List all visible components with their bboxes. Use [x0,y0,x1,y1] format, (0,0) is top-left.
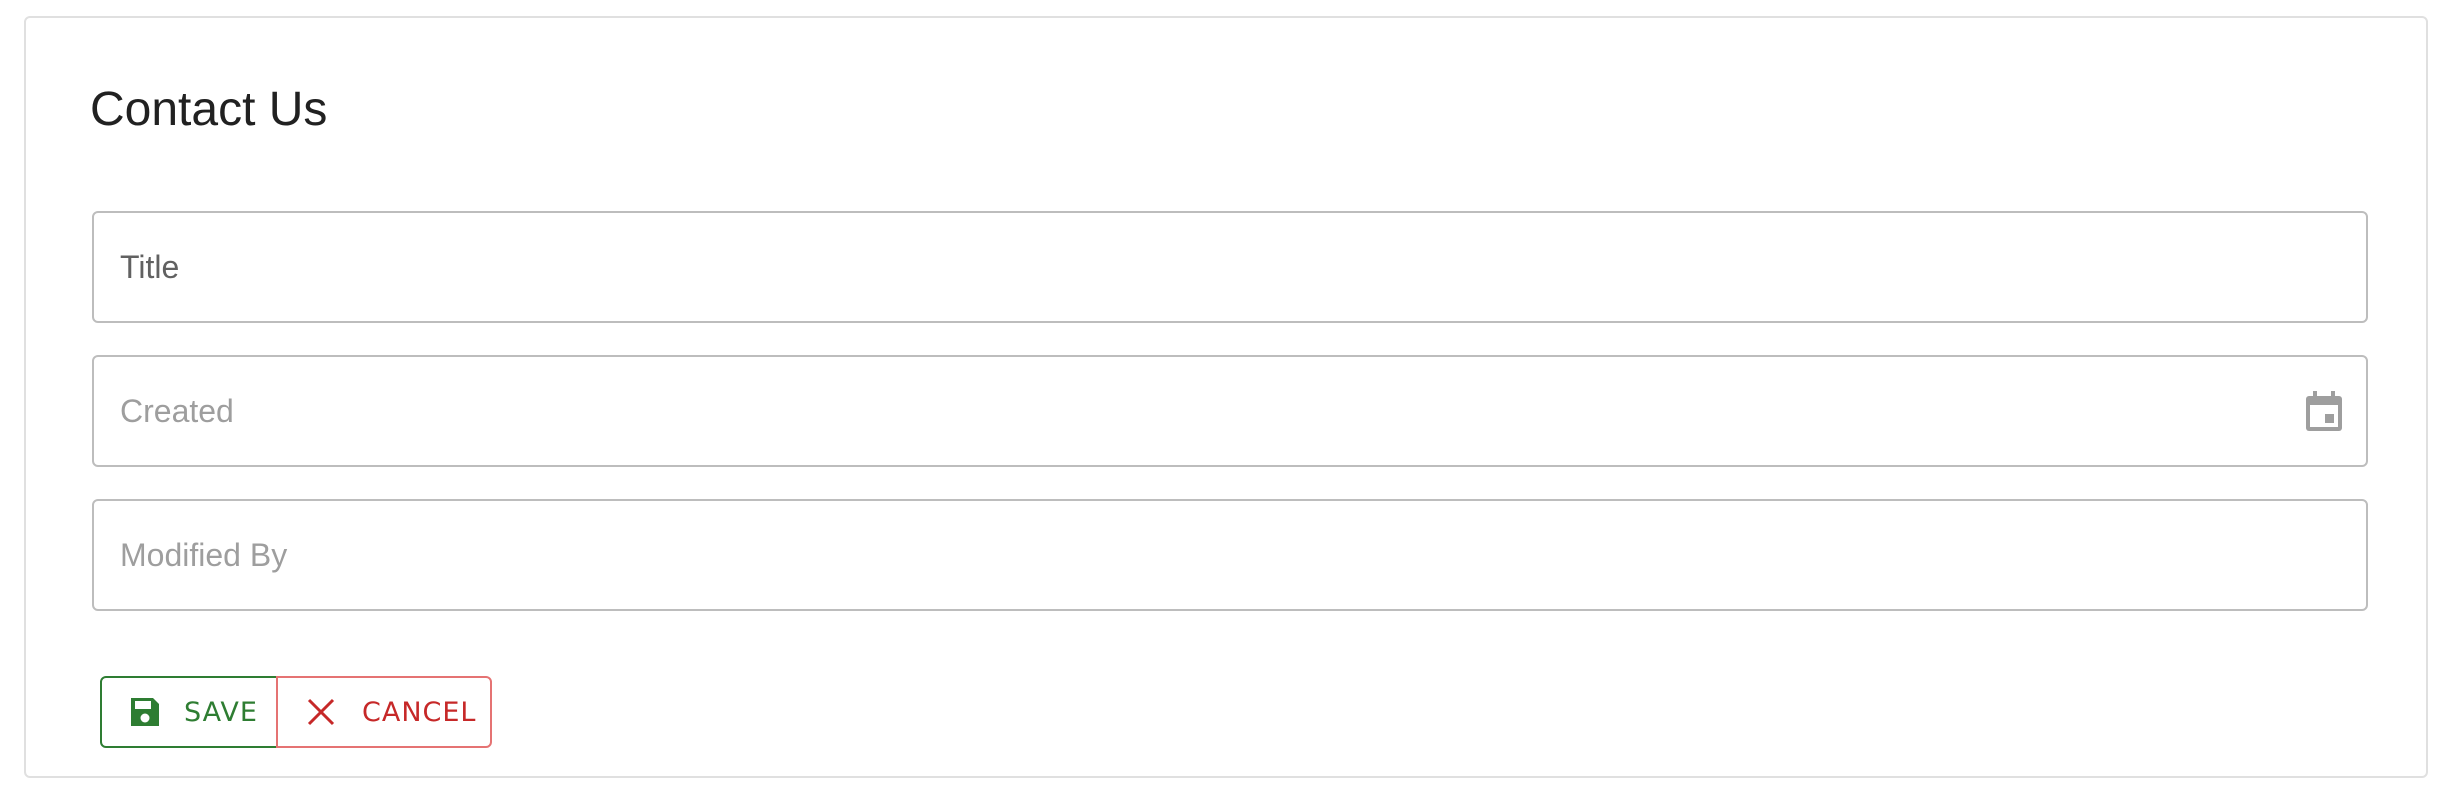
contact-form-card: Contact Us SAVE [24,16,2428,778]
save-icon [131,698,159,726]
created-field[interactable] [92,355,2368,467]
title-field[interactable] [92,211,2368,323]
close-icon [307,698,335,726]
modified-by-field[interactable] [92,499,2368,611]
title-input[interactable] [94,213,2366,321]
modified-by-input[interactable] [94,501,2366,609]
save-button-label: SAVE [184,696,258,728]
calendar-icon[interactable] [2304,391,2344,433]
form-title: Contact Us [90,83,328,136]
form-actions: SAVE CANCEL [100,676,492,748]
created-input[interactable] [94,357,2366,465]
cancel-button-label: CANCEL [362,696,477,728]
save-button[interactable]: SAVE [100,676,278,748]
cancel-button[interactable]: CANCEL [276,676,492,748]
